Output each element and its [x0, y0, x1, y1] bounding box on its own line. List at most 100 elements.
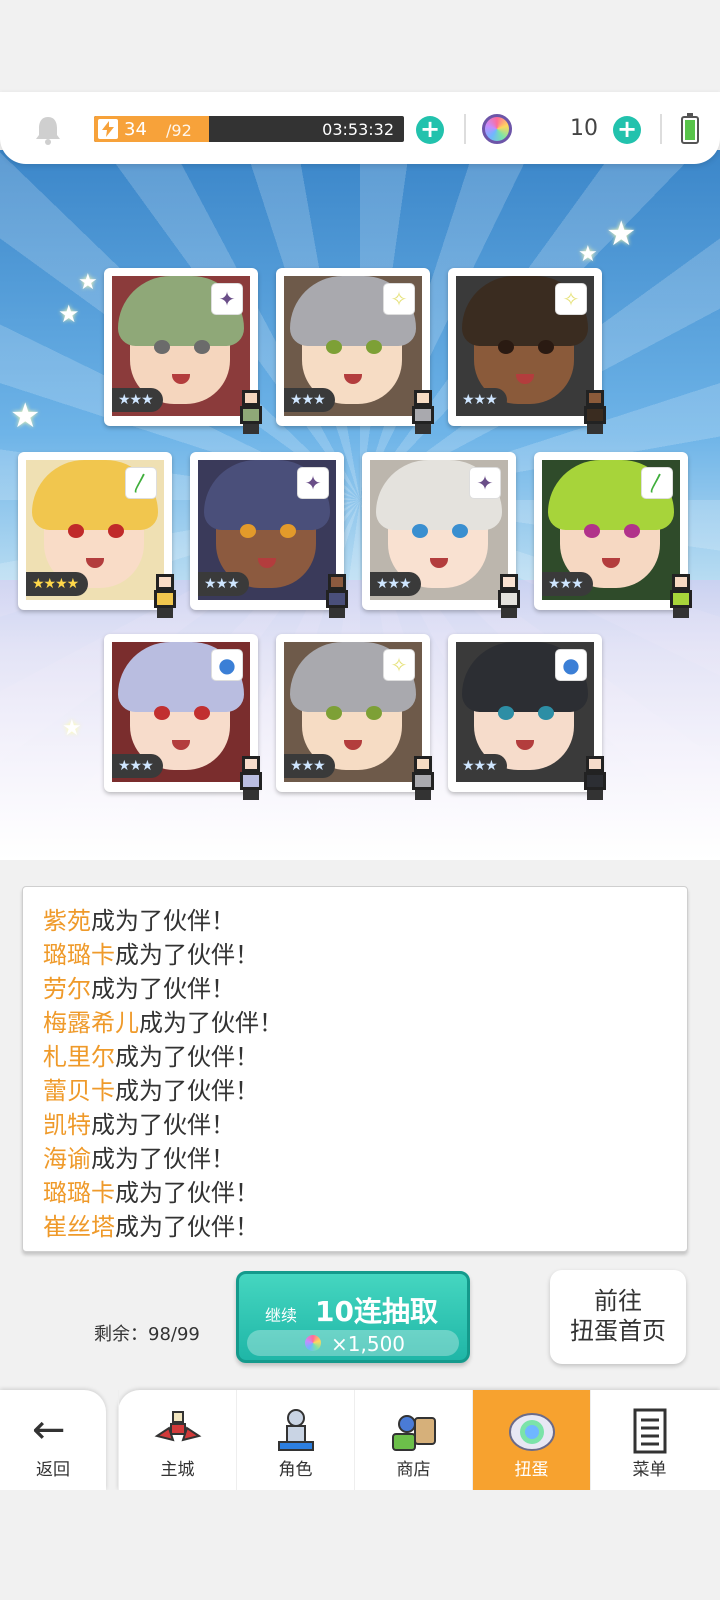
character-card[interactable]: ✦ ★★★ — [190, 452, 348, 618]
star-icon: ★ — [578, 242, 598, 267]
continue-label: 继续 — [265, 1306, 298, 1325]
bottom-strip — [0, 1490, 720, 1600]
character-name: 蕾贝卡 — [43, 1077, 115, 1105]
bell-icon[interactable] — [30, 112, 66, 148]
gacha-results-banner: ★ ★ ★ ★ ★ ★ ✦ ★★★ ✧ ★★★ ✧ ★★★ 〳 ★★★★ ✦ ★★★ ✦ ★★★ 〳 ★★… — [0, 150, 720, 860]
rarity-stars: ★★★ — [198, 572, 249, 596]
character-portrait: ● ★★★ — [456, 642, 594, 782]
add-gem-button[interactable]: + — [613, 116, 641, 144]
tab-castle[interactable]: 主城 — [118, 1390, 236, 1490]
gacha-home-button[interactable]: 前往 扭蛋首页 — [550, 1270, 686, 1364]
log-suffix: 成为了伙伴！ — [115, 1213, 259, 1241]
rarity-stars: ★★★ — [112, 388, 163, 412]
divider — [660, 114, 662, 144]
dark-element-icon: ✦ — [470, 468, 500, 498]
status-bar: 34 /92 03:53:32 + 10 + — [0, 92, 720, 164]
star-icon: ★ — [78, 270, 98, 295]
dark-element-icon: ✦ — [298, 468, 328, 498]
character-card[interactable]: 〳 ★★★ — [534, 452, 692, 618]
log-line: 海谕成为了伙伴！ — [43, 1139, 687, 1173]
log-line: 梅露希儿成为了伙伴！ — [43, 1003, 687, 1037]
character-card[interactable]: ✧ ★★★ — [276, 634, 434, 800]
light-element-icon: ✧ — [384, 650, 414, 680]
tab-label: 主城 — [160, 1460, 195, 1480]
result-log[interactable]: 紫苑成为了伙伴！ 璐璐卡成为了伙伴！ 劳尔成为了伙伴！ 梅露希儿成为了伙伴！ 札里尔成为… — [22, 886, 688, 1252]
character-card[interactable]: ✦ ★★★ — [362, 452, 520, 618]
water-element-icon: ● — [212, 650, 242, 680]
back-label: 返回 — [36, 1460, 70, 1480]
rarity-stars: ★★★ — [112, 754, 163, 778]
log-suffix: 成为了伙伴！ — [91, 1145, 235, 1173]
star-icon: ★ — [10, 396, 41, 436]
menu-icon — [625, 1406, 675, 1456]
log-line: 凯特成为了伙伴！ — [43, 1105, 687, 1139]
star-icon: ★ — [62, 716, 82, 741]
log-suffix: 成为了伙伴！ — [115, 941, 259, 969]
light-element-icon: ✧ — [384, 284, 414, 314]
home-button-line-1: 前往 — [594, 1287, 642, 1315]
bottom-nav: ← 返回 主城 角色 商店 扭蛋 菜单 — [0, 1386, 720, 1490]
log-line: 蕾贝卡成为了伙伴！ — [43, 1071, 687, 1105]
rarity-stars: ★★★ — [284, 388, 335, 412]
pixel-sprite-icon — [578, 756, 612, 800]
character-name: 劳尔 — [43, 975, 91, 1003]
stamina-timer: 03:53:32 — [322, 120, 394, 139]
tab-label: 角色 — [278, 1460, 313, 1480]
rarity-stars: ★★★ — [542, 572, 593, 596]
tab-gacha[interactable]: 扭蛋 — [472, 1390, 590, 1490]
pixel-sprite-icon — [492, 574, 526, 618]
log-suffix: 成为了伙伴！ — [115, 1077, 259, 1105]
tab-menu[interactable]: 菜单 — [590, 1390, 708, 1490]
rarity-stars: ★★★ — [456, 388, 507, 412]
character-card[interactable]: ✧ ★★★ — [276, 268, 434, 434]
tab-shop[interactable]: 商店 — [354, 1390, 472, 1490]
back-button[interactable]: ← 返回 — [0, 1390, 106, 1490]
rainbow-gem-icon — [305, 1335, 321, 1351]
star-icon: ★ — [58, 300, 80, 328]
character-name: 海谕 — [43, 1145, 91, 1173]
log-line: 璐璐卡成为了伙伴！ — [43, 1173, 687, 1207]
character-name: 紫苑 — [43, 907, 91, 935]
log-line: 璐璐卡成为了伙伴！ — [43, 935, 687, 969]
character-name: 札里尔 — [43, 1043, 115, 1071]
character-card[interactable]: ✧ ★★★ — [448, 268, 606, 434]
shop-icon — [389, 1406, 439, 1456]
character-portrait: ● ★★★ — [112, 642, 250, 782]
rarity-stars: ★★★ — [456, 754, 507, 778]
home-button-line-2: 扭蛋首页 — [570, 1317, 666, 1345]
character-portrait: ✧ ★★★ — [456, 276, 594, 416]
pixel-sprite-icon — [234, 756, 268, 800]
log-line: 紫苑成为了伙伴！ — [43, 901, 687, 935]
add-stamina-button[interactable]: + — [416, 116, 444, 144]
nav-tabs: 主城 角色 商店 扭蛋 菜单 — [118, 1390, 720, 1490]
lightning-icon — [98, 119, 118, 139]
tab-character[interactable]: 角色 — [236, 1390, 354, 1490]
light-element-icon: ✧ — [556, 284, 586, 314]
log-suffix: 成为了伙伴！ — [139, 1009, 283, 1037]
pixel-sprite-icon — [664, 574, 698, 618]
character-portrait: 〳 ★★★★ — [26, 460, 164, 600]
stamina-bar: 34 /92 03:53:32 — [94, 116, 404, 142]
rarity-stars: ★★★ — [284, 754, 335, 778]
pull-cost-bar: ×1,500 — [247, 1330, 459, 1356]
character-card[interactable]: ● ★★★ — [448, 634, 606, 800]
character-icon — [271, 1406, 321, 1456]
star-icon: ★ — [606, 214, 637, 254]
pixel-sprite-icon — [320, 574, 354, 618]
character-portrait: ✧ ★★★ — [284, 642, 422, 782]
log-suffix: 成为了伙伴！ — [115, 1179, 259, 1207]
character-card[interactable]: 〳 ★★★★ — [18, 452, 176, 618]
character-name: 梅露希儿 — [43, 1009, 139, 1037]
character-card[interactable]: ✦ ★★★ — [104, 268, 262, 434]
log-suffix: 成为了伙伴！ — [91, 1111, 235, 1139]
character-portrait: 〳 ★★★ — [542, 460, 680, 600]
character-card[interactable]: ● ★★★ — [104, 634, 262, 800]
character-name: 凯特 — [43, 1111, 91, 1139]
pixel-sprite-icon — [148, 574, 182, 618]
character-portrait: ✦ ★★★ — [112, 276, 250, 416]
tab-label: 菜单 — [632, 1460, 667, 1480]
pull-title: 10连抽取 — [315, 1295, 438, 1328]
ten-pull-button[interactable]: 继续 10连抽取 ×1,500 — [236, 1271, 470, 1363]
log-suffix: 成为了伙伴！ — [115, 1043, 259, 1071]
log-line: 札里尔成为了伙伴！ — [43, 1037, 687, 1071]
